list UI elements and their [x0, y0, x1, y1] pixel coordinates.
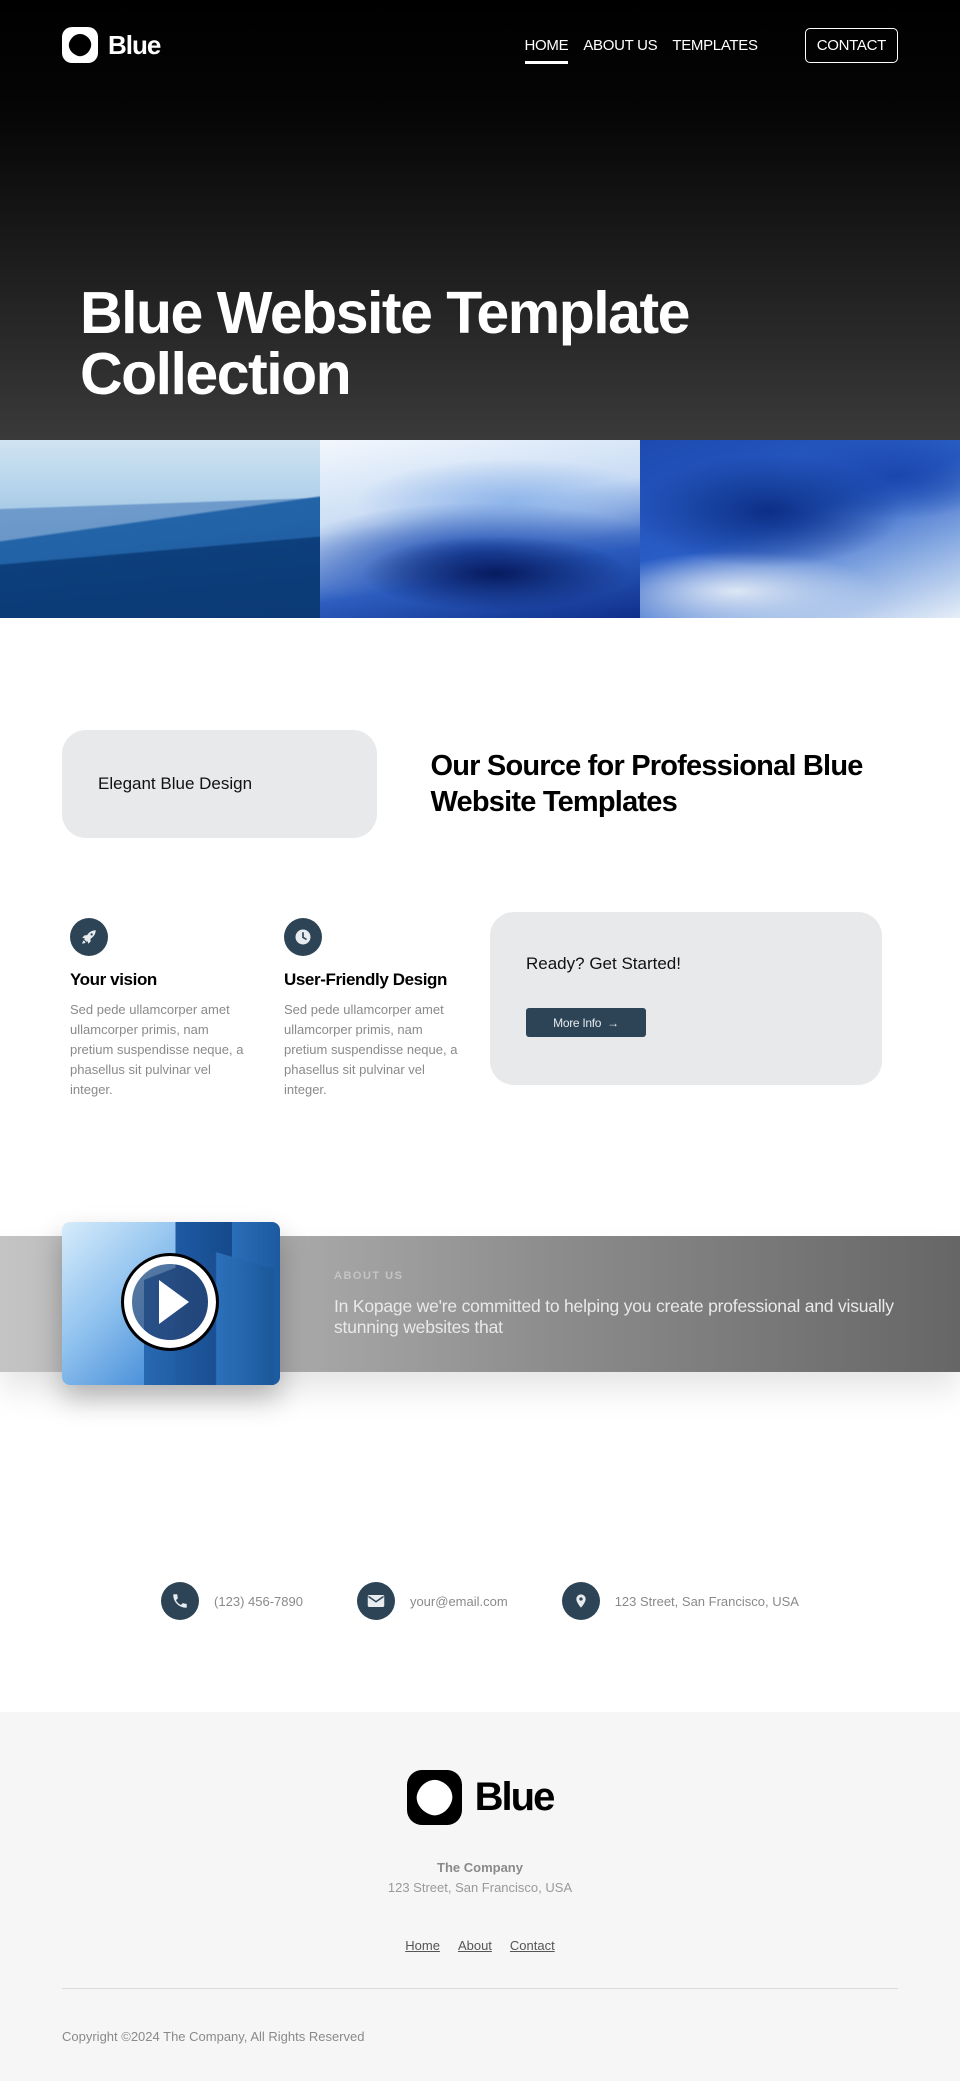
feature-description: Sed pede ullamcorper amet ullamcorper pr… — [70, 1002, 244, 1097]
footer-logo[interactable]: Blue — [0, 1770, 960, 1825]
hero-section: Blue HOME ABOUT US TEMPLATES CONTACT Blu… — [0, 0, 960, 440]
intro-card: Elegant Blue Design — [62, 729, 377, 838]
contact-phone-text: (123) 456-7890 — [214, 1593, 303, 1609]
contact-button[interactable]: CONTACT — [804, 27, 898, 63]
feature-item: User-Friendly Design Sed pede ullamcorpe… — [276, 912, 490, 1100]
footer: Blue The Company 123 Street, San Francis… — [0, 1712, 960, 2081]
nav-templates[interactable]: TEMPLATES — [672, 31, 758, 60]
brand-name: Blue — [108, 29, 161, 60]
more-info-label: More Info — [553, 1015, 602, 1030]
footer-links: Home About Contact — [0, 1938, 960, 1953]
about-text: ABOUT US In Kopage we're committed to he… — [334, 1270, 894, 1338]
map-pin-icon — [561, 1582, 600, 1620]
cta-title: Ready? Get Started! — [526, 954, 681, 973]
blue-smoke-image — [640, 440, 960, 618]
mountains-image — [0, 440, 320, 618]
feature-item: Your vision Sed pede ullamcorper amet ul… — [62, 912, 276, 1100]
feature-title: User-Friendly Design — [284, 970, 447, 989]
rocket-icon — [70, 918, 108, 956]
footer-link-home[interactable]: Home — [405, 1938, 440, 1953]
nav-links: HOME ABOUT US TEMPLATES CONTACT — [524, 27, 898, 64]
footer-address: 123 Street, San Francisco, USA — [387, 1880, 573, 1895]
about-body: In Kopage we're committed to helping you… — [334, 1296, 894, 1337]
copyright: Copyright ©2024 The Company, All Rights … — [62, 2029, 365, 2044]
feature-title: Your vision — [70, 970, 157, 989]
brand-logo[interactable]: Blue — [62, 27, 161, 63]
hero-title: Blue Website Template Collection — [80, 283, 780, 405]
contact-email-text: your@email.com — [409, 1593, 508, 1609]
envelope-icon — [356, 1582, 395, 1620]
hero-title-line-2: Collection — [80, 341, 352, 407]
blue-silk-image — [320, 440, 640, 618]
intro-section: Elegant Blue Design Our Source for Profe… — [0, 618, 960, 874]
clock-icon — [284, 918, 322, 956]
footer-link-contact[interactable]: Contact — [510, 1938, 555, 1953]
brand-logo-icon — [62, 27, 98, 63]
footer-divider — [62, 1988, 898, 1989]
cta-card: Ready? Get Started! More Info → — [490, 912, 882, 1085]
image-gallery — [0, 440, 960, 618]
about-label: ABOUT US — [334, 1270, 404, 1282]
features-section: Your vision Sed pede ullamcorper amet ul… — [0, 874, 960, 1100]
footer-logo-icon — [406, 1770, 462, 1825]
feature-description: Sed pede ullamcorper amet ullamcorper pr… — [284, 1002, 458, 1097]
play-icon[interactable] — [121, 1253, 219, 1351]
hero-title-line-1: Blue Website Template — [80, 280, 690, 346]
video-thumbnail[interactable] — [62, 1222, 280, 1385]
phone-icon — [161, 1582, 200, 1620]
top-navigation: Blue HOME ABOUT US TEMPLATES CONTACT — [0, 0, 960, 90]
contact-address[interactable]: 123 Street, San Francisco, USA — [561, 1582, 799, 1620]
nav-home[interactable]: HOME — [524, 31, 569, 64]
about-section: ABOUT US In Kopage we're committed to he… — [0, 1222, 960, 1490]
contact-section: (123) 456-7890 your@email.com 123 Street… — [0, 1490, 960, 1712]
footer-link-about[interactable]: About — [458, 1938, 492, 1953]
intro-card-label: Elegant Blue Design — [98, 773, 253, 793]
nav-about-us[interactable]: ABOUT US — [583, 31, 657, 60]
more-info-button[interactable]: More Info → — [526, 1008, 646, 1037]
contact-address-text: 123 Street, San Francisco, USA — [614, 1593, 799, 1609]
footer-brand-name: Blue — [474, 1775, 556, 1819]
contact-phone[interactable]: (123) 456-7890 — [161, 1582, 303, 1620]
intro-heading: Our Source for Professional Blue Website… — [430, 749, 864, 818]
arrow-right-icon: → — [607, 1015, 619, 1030]
footer-company: The Company — [437, 1860, 523, 1875]
contact-email[interactable]: your@email.com — [356, 1582, 508, 1620]
